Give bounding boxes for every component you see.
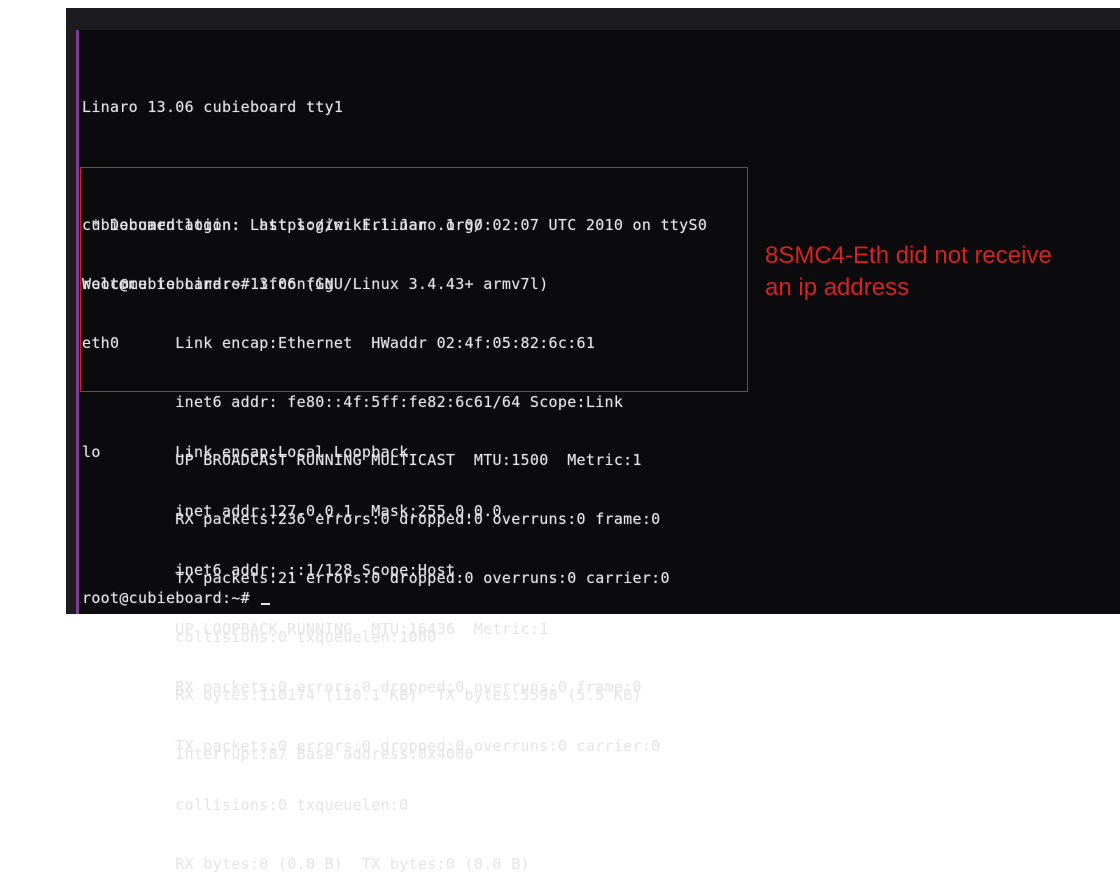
shell-prompt-line[interactable]: root@cubieboard:~# bbox=[82, 589, 271, 609]
screen-edge-glow bbox=[76, 30, 79, 614]
lo-inet6-addr: inet6 addr: ::1/128 Scope:Host bbox=[82, 560, 456, 579]
lo-inet-addr: inet addr:127.0.0.1 Mask:255.0.0.0 bbox=[82, 501, 502, 520]
ifconfig-lo-output: lo Link encap:Local Loopback inet addr:1… bbox=[82, 404, 661, 894]
lo-collisions: collisions:0 txqueuelen:0 bbox=[82, 795, 409, 814]
shell-prompt: root@cubieboard:~# bbox=[82, 589, 260, 607]
eth0-highlight-box bbox=[80, 167, 748, 392]
annotation-note: 8SMC4-Eth did not receive an ip address bbox=[765, 242, 1052, 301]
lo-link-encap: lo Link encap:Local Loopback bbox=[82, 443, 409, 462]
lo-rx-packets: RX packets:0 errors:0 dropped:0 overruns… bbox=[82, 678, 642, 697]
console-banner: Linaro 13.06 cubieboard tty1 bbox=[82, 98, 344, 117]
lo-tx-packets: TX packets:0 errors:0 dropped:0 overruns… bbox=[82, 737, 661, 756]
lo-bytes: RX bytes:0 (0.0 B) TX bytes:0 (0.0 B) bbox=[82, 854, 530, 873]
lo-flags: UP LOOPBACK RUNNING MTU:16436 Metric:1 bbox=[82, 619, 549, 638]
text-cursor bbox=[261, 603, 271, 605]
